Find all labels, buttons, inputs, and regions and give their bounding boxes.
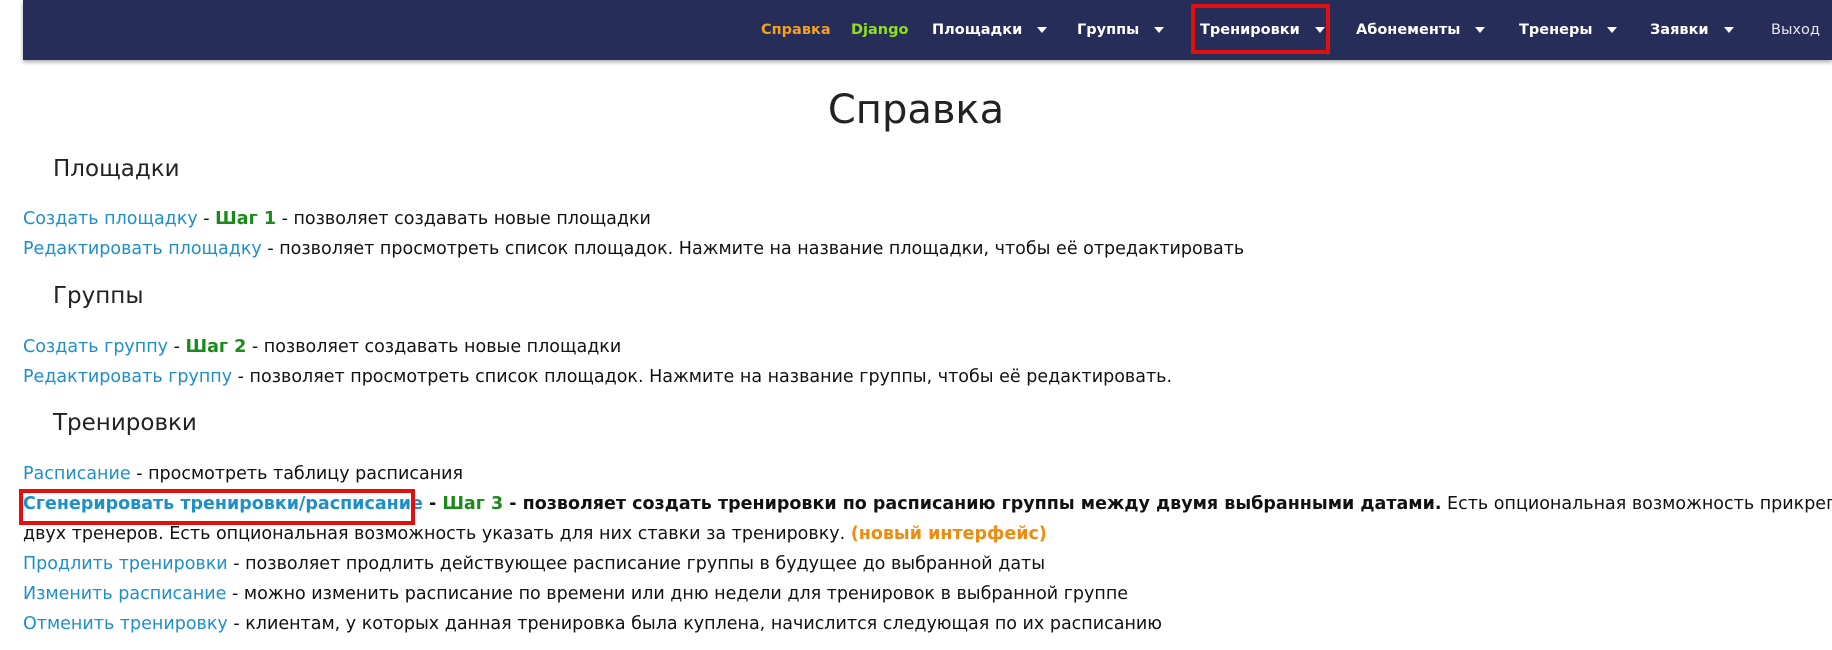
nav-help[interactable]: Справка: [761, 0, 831, 60]
nav-venues-label: Площадки: [932, 22, 1023, 38]
nav-trainings-dropdown[interactable]: Тренировки: [1200, 0, 1325, 60]
nav-requests-label: Заявки: [1650, 22, 1709, 38]
section-title-venues: Площадки: [53, 156, 180, 182]
generate-trainings-link[interactable]: Сгенерировать тренировки/расписание: [23, 494, 423, 514]
help-line-generate-cont: двух тренеров. Есть опциональная возможн…: [23, 519, 1823, 549]
step-badge: Шаг 3: [442, 494, 504, 514]
help-line-change: Изменить расписание - можно изменить рас…: [23, 579, 1823, 609]
help-text-bold: - позволяет создать тренировки по распис…: [503, 494, 1442, 514]
caret-down-icon: [1314, 27, 1325, 33]
caret-down-icon: [1154, 27, 1165, 33]
help-text: Есть опциональная возможность прикрепить: [1441, 494, 1832, 514]
nav-coaches-label: Тренеры: [1519, 22, 1593, 38]
help-text: - можно изменить расписание по времени и…: [226, 584, 1129, 604]
help-text: - позволяет создавать новые площадки: [246, 337, 622, 357]
nav-requests-dropdown[interactable]: Заявки: [1650, 0, 1734, 60]
create-group-link[interactable]: Создать группу: [23, 337, 168, 357]
nav-venues-dropdown[interactable]: Площадки: [932, 0, 1048, 60]
help-line-edit-group: Редактировать группу - позволяет просмот…: [23, 362, 1823, 392]
nav-groups-dropdown[interactable]: Группы: [1077, 0, 1165, 60]
section-title-trainings: Тренировки: [53, 410, 197, 436]
schedule-link[interactable]: Расписание: [23, 464, 131, 484]
create-venue-link[interactable]: Создать площадку: [23, 209, 198, 229]
help-text: - позволяет создавать новые площадки: [276, 209, 651, 229]
nav-coaches-dropdown[interactable]: Тренеры: [1519, 0, 1618, 60]
help-text: двух тренеров. Есть опциональная возможн…: [23, 524, 851, 544]
page-title: Справка: [827, 87, 1005, 133]
top-navbar: Справка Django Площадки Группы Тренировк…: [23, 0, 1832, 60]
extend-trainings-link[interactable]: Продлить тренировки: [23, 554, 228, 574]
help-text: - позволяет продлить действующее расписа…: [227, 554, 1046, 574]
help-line-cancel: Отменить тренировку - клиентам, у которы…: [23, 609, 1823, 639]
section-title-groups: Группы: [53, 283, 144, 309]
caret-down-icon: [1037, 27, 1048, 33]
nav-subscriptions-dropdown[interactable]: Абонементы: [1356, 0, 1486, 60]
edit-venue-link[interactable]: Редактировать площадку: [23, 239, 262, 259]
help-line-create-venue: Создать площадку - Шаг 1 - позволяет соз…: [23, 209, 651, 229]
help-line-schedule: Расписание - просмотреть таблицу расписа…: [23, 459, 1823, 489]
help-text: - клиентам, у которых данная тренировка …: [227, 614, 1162, 634]
help-line-generate: Сгенерировать тренировки/расписание - Ша…: [23, 489, 1832, 519]
step-badge: Шаг 2: [185, 337, 247, 357]
nav-django[interactable]: Django: [851, 0, 908, 60]
help-line-edit-venue: Редактировать площадку - позволяет просм…: [23, 234, 1823, 264]
nav-subscriptions-label: Абонементы: [1356, 22, 1461, 38]
caret-down-icon: [1723, 27, 1734, 33]
caret-down-icon: [1475, 27, 1486, 33]
help-line-extend: Продлить тренировки - позволяет продлить…: [23, 549, 1823, 579]
change-schedule-link[interactable]: Изменить расписание: [23, 584, 226, 604]
help-line-create-group: Создать группу - Шаг 2 - позволяет созда…: [23, 337, 622, 357]
help-text: - позволяет просмотреть список площадок.…: [261, 239, 1245, 259]
nav-groups-label: Группы: [1077, 22, 1140, 38]
edit-group-link[interactable]: Редактировать группу: [23, 367, 232, 387]
help-text: - просмотреть таблицу расписания: [130, 464, 464, 484]
new-interface-note: (новый интерфейс): [850, 524, 1047, 544]
caret-down-icon: [1607, 27, 1618, 33]
nav-trainings-label: Тренировки: [1200, 22, 1300, 38]
cancel-training-link[interactable]: Отменить тренировку: [23, 614, 228, 634]
step-badge: Шаг 1: [215, 209, 276, 229]
nav-logout[interactable]: Выход: [1771, 0, 1820, 60]
help-text: - позволяет просмотреть список площадок.…: [232, 367, 1173, 387]
